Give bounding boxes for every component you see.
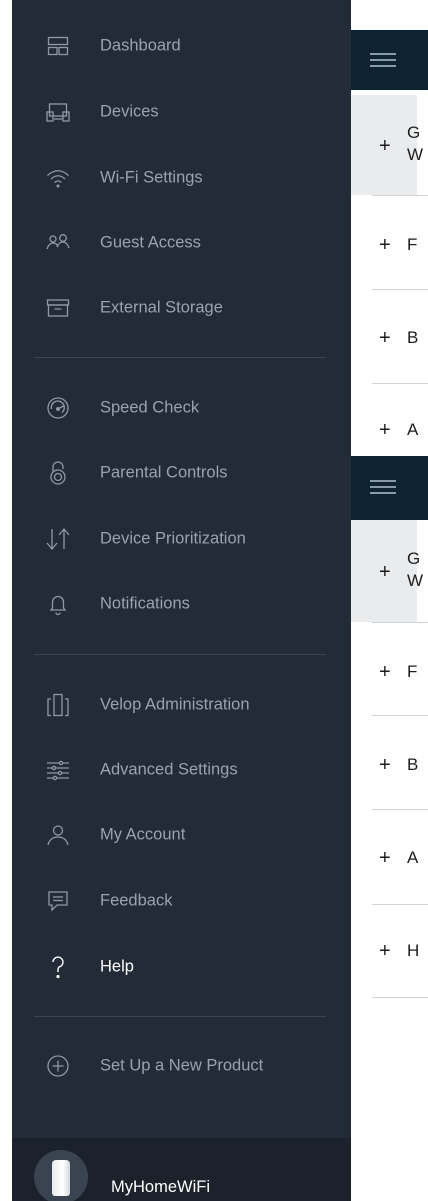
list-item[interactable]: + B [351,752,428,782]
expand-icon: + [379,754,391,776]
top-app-bar [351,456,428,520]
menu-divider [34,357,326,358]
list-item[interactable]: + F [351,659,428,689]
expand-icon: + [379,419,391,441]
network-name: MyHomeWiFi [111,1178,210,1196]
list-divider [372,195,428,196]
feedback-icon [46,889,70,913]
list-item[interactable]: + G W [351,548,428,598]
list-item[interactable]: + A [351,845,428,875]
network-footer[interactable]: MyHomeWiFi [12,1138,351,1201]
expand-icon: + [379,661,391,683]
notifications-icon [46,592,70,616]
list-item-text: B [407,328,419,347]
menu-label-external-storage: External Storage [100,298,223,317]
top-app-bar [351,30,428,90]
list-item-text: F [407,662,418,681]
menu-item-speed-check[interactable]: Speed Check [12,382,351,434]
menu-label-help: Help [100,957,134,976]
menu-divider [34,1016,326,1017]
help-icon [46,955,70,979]
menu-label-velop-administration: Velop Administration [100,695,250,714]
list-divider [372,622,428,623]
menu-divider [34,654,326,655]
menu-item-parental-controls[interactable]: Parental Controls [12,447,351,499]
menu-label-notifications: Notifications [100,594,190,613]
expand-icon: + [379,135,391,157]
list-divider [372,997,428,998]
menu-label-parental-controls: Parental Controls [100,463,228,482]
expand-icon: + [379,234,391,256]
list-divider [372,715,428,716]
parental-controls-icon [46,461,70,485]
list-item[interactable]: + B [351,325,428,355]
menu-item-dashboard[interactable]: Dashboard [12,20,351,72]
menu-label-feedback: Feedback [100,891,173,910]
speed-check-icon [46,396,70,420]
wifi-icon [46,166,70,190]
menu-item-velop-administration[interactable]: Velop Administration [12,679,351,731]
menu-item-set-up-new-product[interactable]: Set Up a New Product [12,1040,351,1092]
menu-label-speed-check: Speed Check [100,398,200,417]
expand-icon: + [379,940,391,962]
menu-label-dashboard: Dashboard [100,36,181,55]
hamburger-menu-icon[interactable] [370,53,396,67]
list-item-text: A [407,420,419,439]
node-avatar [34,1150,88,1201]
my-account-icon [46,823,70,847]
hamburger-menu-icon[interactable] [370,480,396,494]
device-prioritization-icon [46,527,70,551]
menu-label-advanced-settings: Advanced Settings [100,760,238,779]
add-product-icon [46,1054,70,1078]
menu-label-devices: Devices [100,102,159,121]
menu-label-guest-access: Guest Access [100,233,201,252]
list-divider [372,383,428,384]
menu-item-wifi-settings[interactable]: Wi-Fi Settings [12,152,351,204]
dashboard-icon [46,34,70,58]
menu-item-feedback[interactable]: Feedback [12,875,351,927]
expand-icon: + [379,561,391,583]
list-item[interactable]: + F [351,232,428,262]
menu-label-device-prioritization: Device Prioritization [100,529,246,548]
menu-item-advanced-settings[interactable]: Advanced Settings [12,744,351,796]
menu-item-external-storage[interactable]: External Storage [12,282,351,334]
list-divider [372,809,428,810]
devices-icon [46,100,70,124]
menu-item-device-prioritization[interactable]: Device Prioritization [12,513,351,565]
list-item-text: F [407,235,418,254]
list-item[interactable]: + G W [351,122,428,172]
velop-node-image [52,1160,70,1196]
list-item[interactable]: + H [351,938,428,968]
external-storage-icon [46,296,70,320]
list-item-text: G W [407,549,424,590]
menu-label-wifi-settings: Wi-Fi Settings [100,168,203,187]
list-item[interactable]: + A [351,420,428,444]
list-item-text: H [407,941,420,960]
list-item-text: B [407,755,419,774]
expand-icon: + [379,327,391,349]
velop-administration-icon [46,693,70,717]
expand-icon: + [379,847,391,869]
menu-item-guest-access[interactable]: Guest Access [12,217,351,269]
menu-item-help[interactable]: Help [12,941,351,993]
guest-access-icon [46,231,70,255]
menu-label-set-up-new-product: Set Up a New Product [100,1056,264,1075]
menu-label-my-account: My Account [100,825,186,844]
list-item-text: A [407,848,419,867]
list-item-text: G W [407,123,424,164]
navigation-drawer: Dashboard Devices Wi-Fi Settings Guest A… [12,0,351,1201]
menu-item-my-account[interactable]: My Account [12,809,351,861]
menu-item-devices[interactable]: Devices [12,86,351,138]
list-divider [372,289,428,290]
advanced-settings-icon [46,758,70,782]
menu-item-notifications[interactable]: Notifications [12,578,351,630]
list-divider [372,904,428,905]
